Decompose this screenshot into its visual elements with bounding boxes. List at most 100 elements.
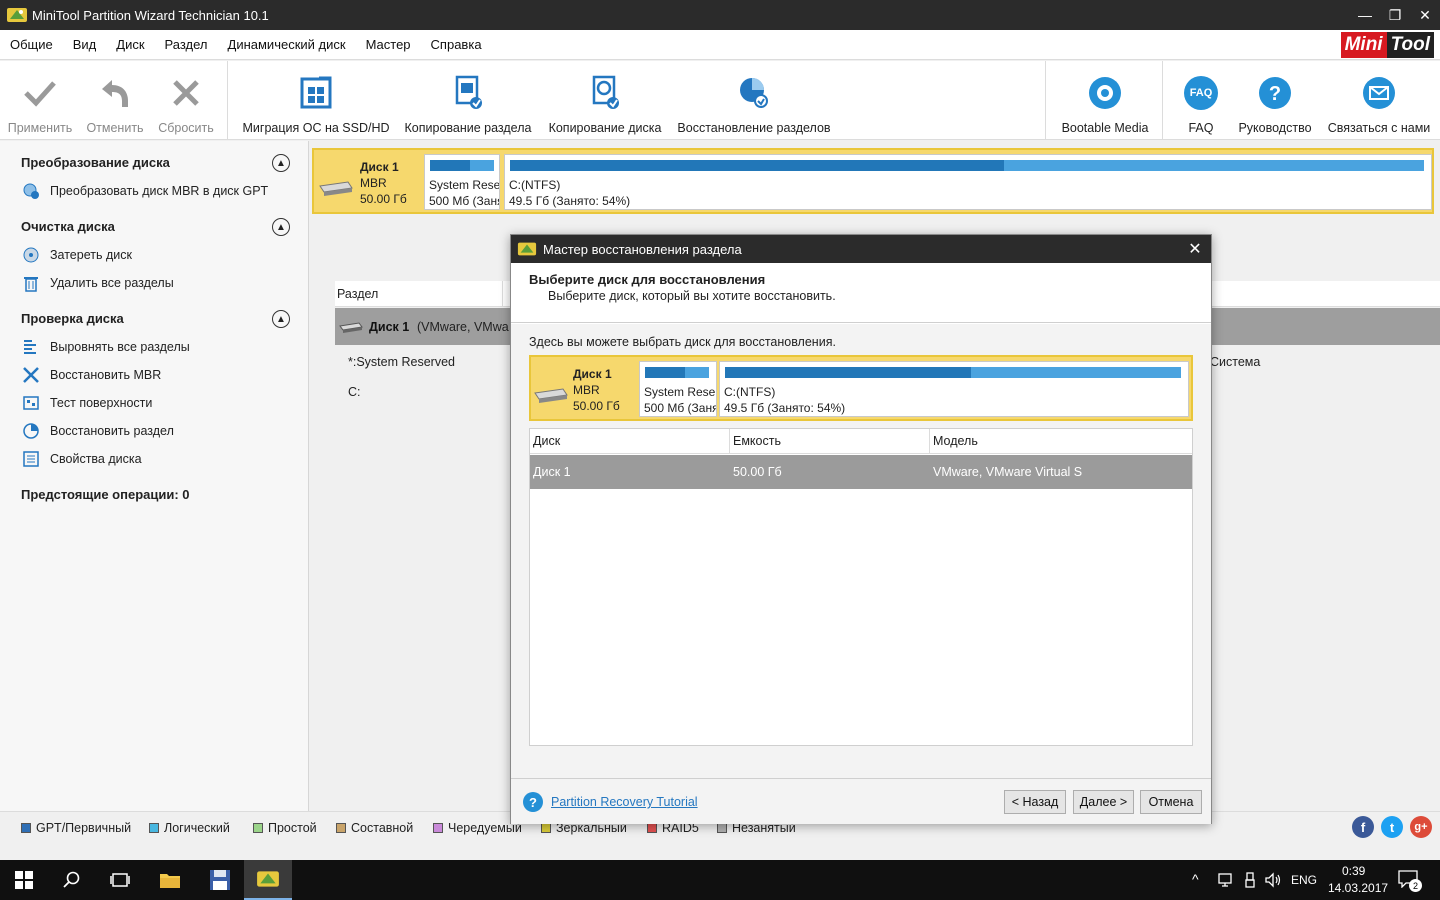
taskbar-app-save[interactable]: [196, 860, 244, 900]
dialog-header: Выберите диск для восстановления Выберит…: [511, 263, 1211, 323]
chevron-up-icon[interactable]: ^: [1192, 871, 1199, 887]
recover-partitions-button[interactable]: Восстановление разделов: [674, 61, 834, 139]
apply-button[interactable]: Применить: [6, 61, 74, 139]
disk-map-card[interactable]: Диск 1 MBR 50.00 Гб System Rese 500 Мб (…: [312, 148, 1434, 214]
cancel-button[interactable]: Отмена: [1140, 790, 1202, 814]
legend-swatch: [541, 823, 551, 833]
legend-swatch: [647, 823, 657, 833]
table-row[interactable]: *:System Reserved: [348, 355, 455, 369]
notification-count: 2: [1409, 879, 1422, 892]
close-button[interactable]: ✕: [1410, 0, 1440, 30]
sidebar-item-disk-properties[interactable]: Свойства диска: [22, 450, 142, 468]
column-disk[interactable]: Диск: [533, 434, 560, 448]
surface-test-icon: [22, 394, 40, 412]
convert-disk-icon: [22, 182, 40, 200]
disk-table-header: Диск Емкость Модель: [530, 429, 1192, 454]
language-indicator[interactable]: ENG: [1291, 873, 1317, 887]
sidebar-item-align-partitions[interactable]: Выровнять все разделы: [22, 338, 190, 356]
start-button[interactable]: [0, 860, 48, 900]
svg-text:?: ?: [1269, 83, 1281, 105]
dialog-body: Здесь вы можете выбрать диск для восстан…: [511, 324, 1211, 778]
menu-view[interactable]: Вид: [63, 37, 107, 52]
partition-c-ntfs[interactable]: C:(NTFS) 49.5 Гб (Занято: 54%): [719, 361, 1189, 417]
next-button[interactable]: Далее >: [1073, 790, 1134, 814]
dialog-title-bar: Мастер восстановления раздела ✕: [511, 235, 1211, 263]
legend-logical: Логический: [149, 821, 230, 835]
sidebar-item-convert-mbr-gpt[interactable]: Преобразовать диск MBR в диск GPT: [22, 182, 268, 200]
sidebar-item-recover-partition[interactable]: Восстановить раздел: [22, 422, 174, 440]
copy-disk-icon: [585, 73, 625, 113]
menu-disk[interactable]: Диск: [106, 37, 154, 52]
sidebar-item-delete-all-partitions[interactable]: Удалить все разделы: [22, 274, 174, 292]
task-view-button[interactable]: [96, 860, 144, 900]
search-button[interactable]: [48, 860, 96, 900]
dialog-close-button[interactable]: ✕: [1185, 239, 1205, 259]
dialog-heading: Выберите диск для восстановления: [529, 272, 766, 287]
usb-icon[interactable]: [1244, 872, 1256, 888]
checkmark-icon: [20, 73, 60, 113]
sidebar-item-surface-test[interactable]: Тест поверхности: [22, 394, 152, 412]
menu-partition[interactable]: Раздел: [155, 37, 218, 52]
disk-table: Диск Емкость Модель Диск 1 50.00 Гб VMwa…: [529, 428, 1193, 746]
section-clean-disk: Очистка диска: [21, 219, 115, 234]
usage-fill: [430, 160, 470, 171]
manual-button[interactable]: ? Руководство: [1234, 61, 1316, 139]
sidebar-item-wipe-disk[interactable]: Затереть диск: [22, 246, 132, 264]
legend-swatch: [336, 823, 346, 833]
table-row[interactable]: Диск 1 50.00 Гб VMware, VMware Virtual S: [530, 455, 1192, 489]
hard-drive-icon: [339, 322, 363, 333]
legend-swatch: [717, 823, 727, 833]
toolbar-separator: [227, 61, 228, 139]
collapse-icon[interactable]: ▲: [272, 218, 290, 236]
twitter-icon[interactable]: t: [1381, 816, 1403, 838]
undo-button[interactable]: Отменить: [82, 61, 148, 139]
usage-fill: [510, 160, 1004, 171]
copy-partition-button[interactable]: Копирование раздела: [400, 61, 536, 139]
tutorial-link[interactable]: Partition Recovery Tutorial: [551, 795, 698, 809]
table-row[interactable]: C:: [348, 385, 361, 399]
menu-wizard[interactable]: Мастер: [356, 37, 421, 52]
facebook-icon[interactable]: f: [1352, 816, 1374, 838]
recover-partitions-icon: [734, 73, 774, 113]
copy-disk-button[interactable]: Копирование диска: [544, 61, 666, 139]
discard-button[interactable]: Сбросить: [154, 61, 218, 139]
faq-button[interactable]: FAQ FAQ: [1174, 61, 1228, 139]
partition-system-reserved[interactable]: System Rese 500 Мб (Заня: [639, 361, 717, 417]
partition-c-ntfs[interactable]: C:(NTFS) 49.5 Гб (Занято: 54%): [504, 154, 1432, 210]
back-button[interactable]: < Назад: [1004, 790, 1066, 814]
help-icon[interactable]: ?: [523, 792, 543, 812]
partition-recovery-dialog: Мастер восстановления раздела ✕ Выберите…: [510, 234, 1212, 824]
migrate-os-icon: [296, 73, 336, 113]
maximize-button[interactable]: ❐: [1380, 0, 1410, 30]
contact-button[interactable]: Связаться с нами: [1322, 61, 1436, 139]
mail-icon: [1359, 73, 1399, 113]
bootable-media-button[interactable]: Bootable Media: [1056, 61, 1154, 139]
taskbar-explorer[interactable]: [146, 860, 194, 900]
partition-system-reserved[interactable]: System Rese 500 Мб (Заня: [424, 154, 500, 210]
menu-help[interactable]: Справка: [421, 37, 492, 52]
google-plus-icon[interactable]: g+: [1410, 816, 1432, 838]
menu-dynamic-disk[interactable]: Динамический диск: [218, 37, 356, 52]
column-partition[interactable]: Раздел: [337, 287, 378, 301]
notifications-button[interactable]: 2: [1398, 870, 1422, 892]
volume-icon[interactable]: [1264, 872, 1282, 888]
folder-icon: [160, 874, 180, 888]
taskbar-minitool[interactable]: [244, 860, 292, 900]
sidebar-item-rebuild-mbr[interactable]: Восстановить MBR: [22, 366, 161, 384]
clock-date[interactable]: 14.03.2017: [1328, 881, 1388, 895]
menu-general[interactable]: Общие: [0, 37, 63, 52]
column-capacity[interactable]: Емкость: [733, 434, 781, 448]
collapse-icon[interactable]: ▲: [272, 310, 290, 328]
toolbar-separator: [1162, 61, 1163, 139]
clock-time[interactable]: 0:39: [1342, 864, 1365, 878]
collapse-icon[interactable]: ▲: [272, 154, 290, 172]
minimize-button[interactable]: —: [1350, 0, 1380, 30]
usage-fill: [725, 367, 972, 378]
undo-icon: [95, 73, 135, 113]
search-icon: [63, 871, 80, 888]
column-model[interactable]: Модель: [933, 434, 978, 448]
dialog-disk-card[interactable]: Диск 1 MBR 50.00 Гб System Rese 500 Мб (…: [529, 355, 1193, 421]
migrate-os-button[interactable]: Миграция ОС на SSD/HD: [240, 61, 392, 139]
task-view-icon: [110, 873, 130, 887]
network-icon[interactable]: [1217, 872, 1233, 888]
